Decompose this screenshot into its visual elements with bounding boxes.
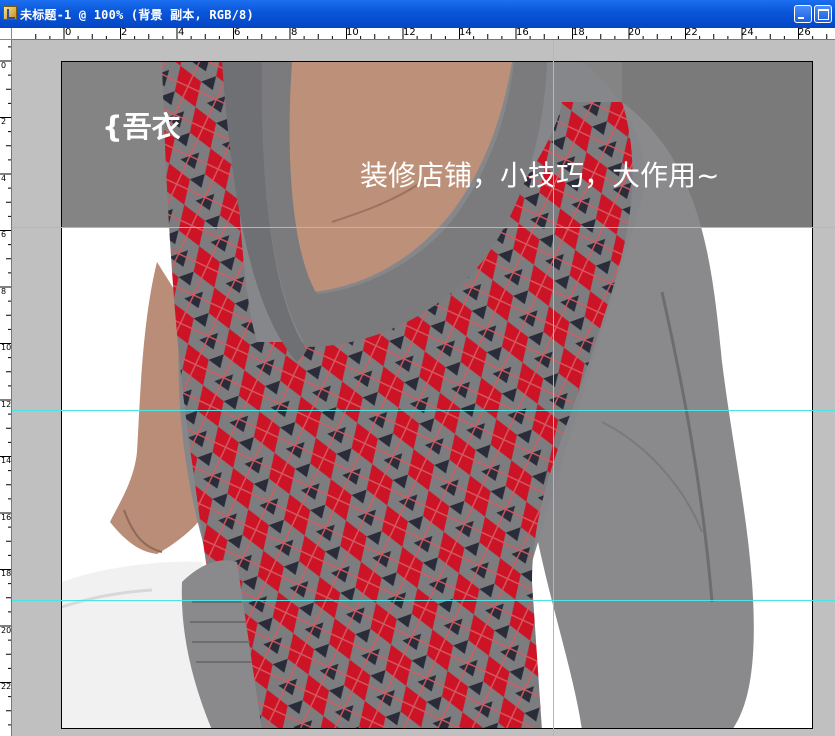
ruler-label: 18 bbox=[572, 28, 585, 38]
banner-slogan-text: 装修店铺，小技巧，大作用~ bbox=[360, 159, 720, 192]
ruler-label: 10 bbox=[1, 343, 12, 352]
ruler-label: 2 bbox=[1, 117, 7, 126]
ruler-label: 14 bbox=[1, 456, 12, 465]
ruler-label: 16 bbox=[516, 28, 529, 38]
ruler-label: 12 bbox=[1, 400, 12, 409]
ruler-label: 24 bbox=[741, 28, 754, 38]
ruler-label: 6 bbox=[234, 28, 241, 38]
ruler-label: 6 bbox=[1, 230, 7, 239]
minimize-button[interactable] bbox=[794, 5, 812, 23]
banner-logo-text: {吾衣 bbox=[102, 110, 181, 144]
maximize-button[interactable] bbox=[814, 5, 832, 23]
ruler-label: 4 bbox=[178, 28, 185, 38]
ruler-label: 22 bbox=[1, 682, 12, 691]
document-canvas[interactable]: {吾衣 装修店铺，小技巧，大作用~ bbox=[61, 61, 813, 729]
vertical-guide[interactable] bbox=[553, 40, 554, 736]
ruler-label: 2 bbox=[121, 28, 128, 38]
horizontal-guide[interactable] bbox=[12, 410, 835, 411]
ruler-label: 0 bbox=[1, 61, 7, 70]
ruler-label: 26 bbox=[798, 28, 811, 38]
ruler-label: 12 bbox=[403, 28, 416, 38]
ruler-label: 4 bbox=[1, 174, 7, 183]
ruler-label: 0 bbox=[65, 28, 72, 38]
horizontal-ruler[interactable]: 0 2 4 6 8 10 12 14 16 18 20 22 24 26 bbox=[12, 28, 835, 40]
ruler-label: 20 bbox=[1, 626, 12, 635]
ruler-label: 10 bbox=[346, 28, 359, 38]
vertical-ruler[interactable]: 0 2 4 6 8 10 12 14 16 18 20 22 bbox=[0, 40, 12, 736]
ruler-label: 20 bbox=[628, 28, 641, 38]
horizontal-ruler-ticks bbox=[35, 28, 828, 39]
ruler-label: 14 bbox=[459, 28, 472, 38]
ruler-label: 8 bbox=[1, 287, 7, 296]
ruler-label: 8 bbox=[291, 28, 298, 38]
ruler-label: 16 bbox=[1, 513, 12, 522]
title-bar[interactable]: 未标题-1 @ 100% (背景 副本, RGB/8) bbox=[0, 0, 835, 28]
window-title: 未标题-1 @ 100% (背景 副本, RGB/8) bbox=[20, 8, 254, 22]
horizontal-guide[interactable] bbox=[12, 227, 835, 228]
document-icon bbox=[3, 6, 17, 20]
ruler-origin[interactable] bbox=[0, 28, 12, 40]
ruler-label: 18 bbox=[1, 569, 12, 578]
horizontal-guide[interactable] bbox=[12, 600, 835, 601]
ruler-label: 22 bbox=[685, 28, 698, 38]
